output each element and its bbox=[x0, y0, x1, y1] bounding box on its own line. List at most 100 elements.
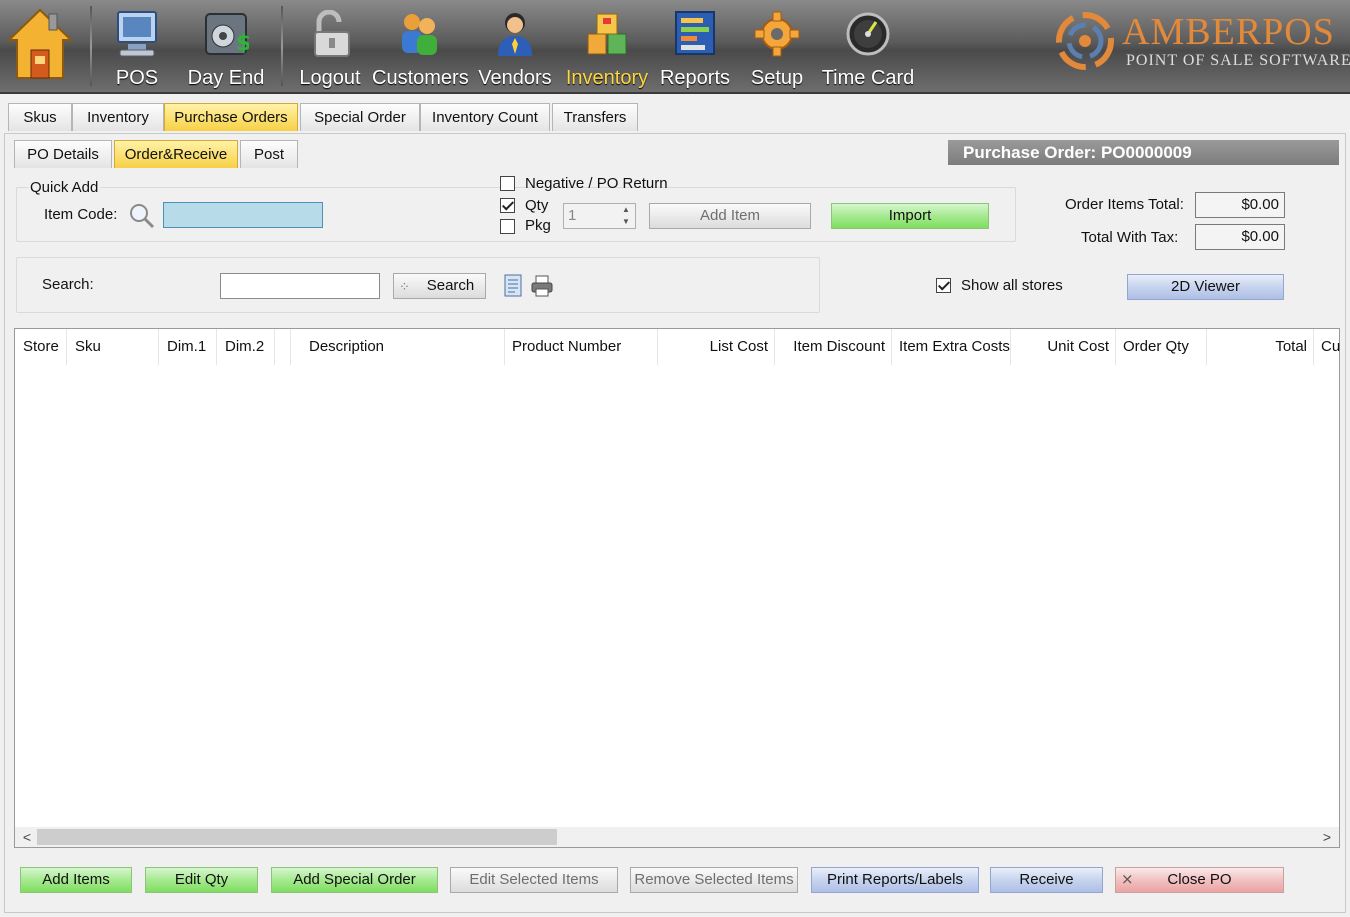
column-header-list-cost[interactable]: List Cost bbox=[659, 329, 775, 365]
toolbar-separator bbox=[281, 6, 283, 86]
main-toolbar: POS $ Day End Logout Customers Vendors I… bbox=[0, 0, 1350, 94]
column-header-product-number[interactable]: Product Number bbox=[506, 329, 658, 365]
show-all-stores-label: Show all stores bbox=[961, 277, 1063, 294]
qty-label: Qty bbox=[525, 197, 549, 214]
nav-inventory-button[interactable]: Inventory bbox=[562, 0, 652, 92]
nav-pos-button[interactable]: POS bbox=[100, 0, 174, 92]
boxes-icon bbox=[587, 13, 627, 55]
subtab-po-details[interactable]: PO Details bbox=[14, 140, 112, 168]
subtab-post[interactable]: Post bbox=[240, 140, 298, 168]
item-code-label: Item Code: bbox=[44, 206, 118, 223]
nav-inventory-label: Inventory bbox=[565, 67, 649, 89]
nav-day-end-button[interactable]: $ Day End bbox=[182, 0, 270, 92]
item-code-input[interactable] bbox=[163, 202, 323, 228]
add-special-order-button[interactable]: Add Special Order bbox=[271, 867, 438, 893]
column-header-store[interactable]: Store bbox=[17, 329, 67, 365]
search-label: Search: bbox=[42, 276, 94, 293]
tab-skus[interactable]: Skus bbox=[8, 103, 72, 131]
tab-inventory[interactable]: Inventory bbox=[72, 103, 164, 131]
column-header-unit-cost[interactable]: Unit Cost bbox=[1012, 329, 1116, 365]
column-header-order-qty[interactable]: Order Qty bbox=[1117, 329, 1207, 365]
pos-terminal-icon bbox=[117, 11, 157, 57]
column-header-total[interactable]: Total bbox=[1208, 329, 1314, 365]
logo-subtitle: POINT OF SALE SOFTWARE bbox=[1126, 52, 1350, 69]
remove-selected-items-button[interactable]: Remove Selected Items bbox=[630, 867, 798, 893]
edit-selected-items-button[interactable]: Edit Selected Items bbox=[450, 867, 618, 893]
search-button-label: Search bbox=[426, 277, 475, 294]
safe-money-icon: $ bbox=[205, 13, 249, 56]
close-po-button[interactable]: ⨯ Close PO bbox=[1115, 867, 1284, 893]
qty-stepper[interactable]: 1 ▲ ▼ bbox=[563, 203, 636, 229]
order-items-total-value: $0.00 bbox=[1195, 192, 1285, 218]
nav-logout-label: Logout bbox=[299, 67, 361, 89]
column-header-item-extra-costs[interactable]: Item Extra Costs bbox=[893, 329, 1011, 365]
horizontal-scrollbar[interactable]: < > bbox=[15, 827, 1339, 847]
nav-day-end-label: Day End bbox=[187, 67, 265, 89]
close-po-label: Close PO bbox=[1167, 871, 1232, 888]
nav-vendors-label: Vendors bbox=[478, 67, 552, 89]
2d-viewer-button[interactable]: 2D Viewer bbox=[1127, 274, 1284, 300]
search-input[interactable] bbox=[220, 273, 380, 299]
nav-setup-label: Setup bbox=[750, 67, 804, 89]
stepper-up-icon[interactable]: ▲ bbox=[617, 204, 635, 216]
tab-purchase-orders[interactable]: Purchase Orders bbox=[164, 103, 298, 131]
subtab-order-receive[interactable]: Order&Receive bbox=[114, 140, 238, 168]
pkg-label: Pkg bbox=[525, 217, 551, 234]
toolbar-separator bbox=[90, 6, 92, 86]
print-reports-labels-button[interactable]: Print Reports/Labels bbox=[811, 867, 979, 893]
logo-title: AMBERPOS bbox=[1122, 11, 1335, 53]
total-with-tax-label: Total With Tax: bbox=[1081, 229, 1179, 246]
printer-icon[interactable] bbox=[530, 274, 554, 298]
vendor-person-icon bbox=[498, 13, 532, 56]
nav-reports-button[interactable]: Reports bbox=[658, 0, 732, 92]
nav-customers-button[interactable]: Customers bbox=[372, 0, 469, 92]
padlock-icon bbox=[314, 10, 350, 57]
add-item-button[interactable]: Add Item bbox=[649, 203, 811, 229]
column-header-description[interactable]: Description bbox=[303, 329, 505, 365]
show-all-stores-checkbox[interactable] bbox=[936, 278, 951, 293]
column-header-cu[interactable]: Cu bbox=[1315, 329, 1340, 365]
gear-icon bbox=[754, 11, 800, 57]
close-icon: ⨯ bbox=[1121, 871, 1134, 888]
tab-transfers[interactable]: Transfers bbox=[552, 103, 638, 131]
add-items-button[interactable]: Add Items bbox=[20, 867, 132, 893]
amberpos-logo: AMBERPOS POINT OF SALE SOFTWARE bbox=[1052, 6, 1350, 78]
nav-vendors-button[interactable]: Vendors bbox=[474, 0, 556, 92]
order-items-grid[interactable]: Store Sku Dim.1 Dim.2 Description Produc… bbox=[14, 328, 1340, 848]
reports-chart-icon bbox=[675, 11, 715, 55]
svg-text:$: $ bbox=[236, 31, 249, 56]
column-header-sku[interactable]: Sku bbox=[69, 329, 159, 365]
search-button[interactable]: ⁘ Search bbox=[393, 273, 486, 299]
import-button[interactable]: Import bbox=[831, 203, 989, 229]
receive-button[interactable]: Receive bbox=[990, 867, 1103, 893]
nav-pos-label: POS bbox=[115, 67, 159, 89]
nav-time-card-label: Time Card bbox=[821, 67, 915, 89]
document-list-icon[interactable] bbox=[502, 274, 524, 298]
nav-logout-button[interactable]: Logout bbox=[294, 0, 366, 92]
negative-po-return-checkbox[interactable] bbox=[500, 176, 515, 191]
tab-inventory-count[interactable]: Inventory Count bbox=[420, 103, 550, 131]
qty-checkbox[interactable] bbox=[500, 198, 515, 213]
tab-special-order[interactable]: Special Order bbox=[300, 103, 420, 131]
home-icon bbox=[7, 8, 73, 79]
negative-po-return-label: Negative / PO Return bbox=[525, 175, 668, 192]
clock-gauge-icon bbox=[846, 12, 890, 56]
pkg-checkbox[interactable] bbox=[500, 219, 515, 234]
nav-time-card-button[interactable]: Time Card bbox=[818, 0, 918, 92]
column-header-dim1[interactable]: Dim.1 bbox=[161, 329, 217, 365]
nav-setup-button[interactable]: Setup bbox=[744, 0, 810, 92]
logo-mark-icon bbox=[1056, 12, 1114, 70]
column-header-dim2[interactable]: Dim.2 bbox=[219, 329, 275, 365]
nav-reports-label: Reports bbox=[659, 67, 731, 89]
order-items-total-label: Order Items Total: bbox=[1065, 196, 1184, 213]
customers-icon bbox=[402, 14, 437, 55]
search-icon[interactable] bbox=[128, 202, 156, 230]
scrollbar-thumb[interactable] bbox=[37, 829, 557, 845]
scroll-right-icon[interactable]: > bbox=[1317, 827, 1337, 847]
edit-qty-button[interactable]: Edit Qty bbox=[145, 867, 258, 893]
column-header-blank[interactable] bbox=[277, 329, 291, 365]
stepper-down-icon[interactable]: ▼ bbox=[617, 216, 635, 228]
home-button[interactable] bbox=[4, 0, 76, 92]
column-header-item-discount[interactable]: Item Discount bbox=[776, 329, 892, 365]
scroll-left-icon[interactable]: < bbox=[17, 827, 37, 847]
